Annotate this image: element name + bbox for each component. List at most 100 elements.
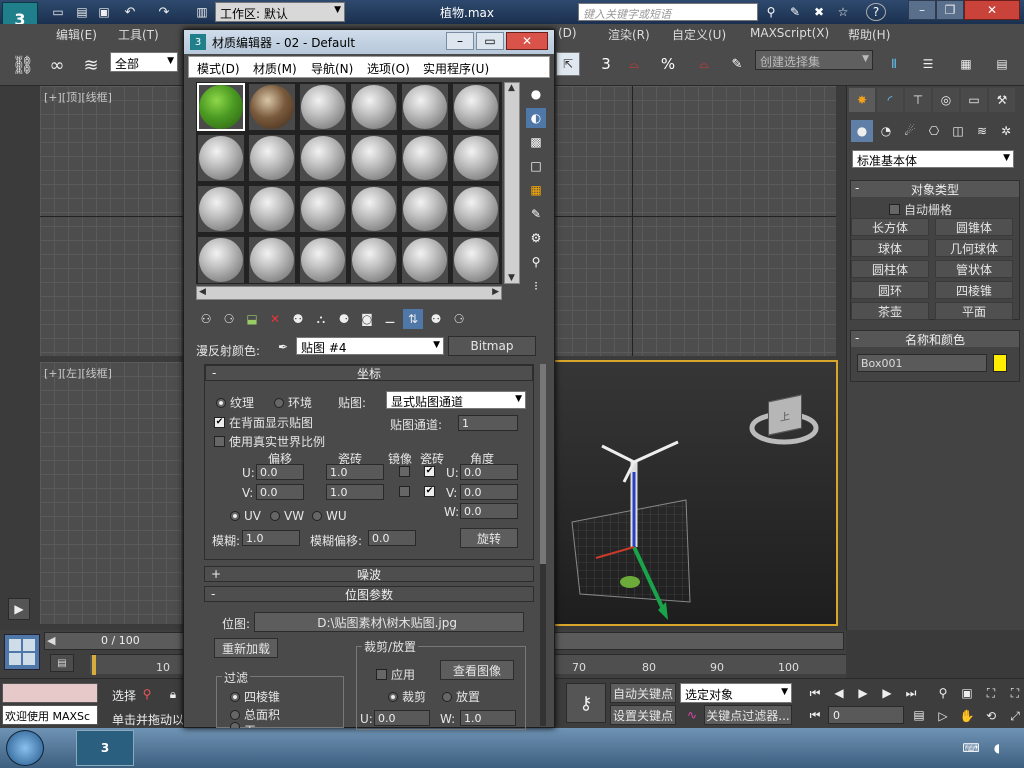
video-color-check-icon[interactable]: ▦: [526, 180, 546, 200]
u-offset-spinner[interactable]: 0.0: [256, 464, 304, 480]
name-color-title[interactable]: - 名称和颜色: [851, 331, 1019, 347]
viewport-left-label[interactable]: [+][左][线框]: [44, 365, 112, 381]
sample-slot-bark[interactable]: [248, 83, 296, 131]
u-angle-spinner[interactable]: 0.0: [460, 464, 518, 480]
u-tile-checkbox[interactable]: ✔: [424, 466, 435, 477]
category-dropdown[interactable]: 标准基本体 ▼: [852, 150, 1014, 168]
exchange-icon[interactable]: ✖: [810, 4, 828, 20]
key-filters-curve-icon[interactable]: ∿: [682, 705, 702, 725]
edit-named-selection-icon[interactable]: ✎: [724, 52, 750, 76]
favorites-icon[interactable]: ☆: [834, 4, 852, 20]
sample-slot[interactable]: [350, 83, 398, 131]
object-color-swatch[interactable]: [993, 354, 1007, 372]
spinner-snap-icon[interactable]: ⌓: [690, 52, 718, 76]
zoom-extents-all-icon[interactable]: ⛶: [1004, 683, 1024, 703]
binoculars-icon[interactable]: ⚲: [762, 4, 780, 20]
map-name-dropdown[interactable]: 贴图 #4 ▼: [296, 337, 444, 355]
get-material-icon[interactable]: ⚇: [196, 309, 216, 329]
menu-tools[interactable]: 工具(T): [118, 26, 159, 43]
lights-icon[interactable]: ☄: [899, 120, 921, 142]
sample-slot[interactable]: [299, 83, 347, 131]
sample-type-icon[interactable]: ●: [526, 84, 546, 104]
project-folder-icon[interactable]: ▥: [194, 4, 210, 20]
backlight-icon[interactable]: ◐: [526, 108, 546, 128]
material-editor-close-button[interactable]: ✕: [506, 32, 548, 50]
undo-icon[interactable]: ↶: [122, 4, 138, 20]
go-to-start-icon[interactable]: ⏮: [804, 683, 826, 703]
options-icon[interactable]: ⚙: [526, 228, 546, 248]
sample-slot[interactable]: [197, 185, 245, 233]
sample-slot-grass[interactable]: [197, 83, 245, 131]
motion-tab-icon[interactable]: ◎: [933, 88, 959, 112]
sample-slots-vscroll[interactable]: ▲ ▼: [504, 82, 520, 284]
w-angle-spinner[interactable]: 0.0: [460, 503, 518, 519]
teapot-button[interactable]: 茶壶: [851, 302, 929, 320]
vw-radio[interactable]: [270, 511, 280, 521]
object-type-title[interactable]: - 对象类型: [851, 181, 1019, 197]
previous-frame-icon[interactable]: ◀: [828, 683, 850, 703]
help-icon[interactable]: ?: [866, 3, 886, 21]
time-configuration-icon[interactable]: ▤: [910, 705, 928, 725]
angle-snap-magnet-icon[interactable]: ⌓: [620, 52, 648, 76]
viewport-perspective[interactable]: 上: [552, 360, 838, 626]
cylinder-button[interactable]: 圆柱体: [851, 260, 929, 278]
restore-button[interactable]: ❐: [936, 0, 964, 20]
sample-slot[interactable]: [197, 236, 245, 284]
wu-radio-row[interactable]: WU: [312, 509, 347, 523]
put-to-library-icon[interactable]: ⛬: [311, 309, 331, 329]
link-icon[interactable]: ⛓: [10, 52, 36, 78]
view-image-button[interactable]: 查看图像: [440, 660, 514, 680]
start-button[interactable]: [6, 730, 44, 766]
sample-slot[interactable]: [299, 185, 347, 233]
field-of-view-icon[interactable]: ▷: [932, 706, 954, 726]
u-tiling-spinner[interactable]: 1.0: [326, 464, 384, 480]
current-frame-spinner[interactable]: 0: [828, 706, 904, 724]
open-file-icon[interactable]: ▤: [74, 4, 90, 20]
me-menu-options[interactable]: 选项(O): [367, 60, 410, 77]
me-menu-material[interactable]: 材质(M): [253, 60, 297, 77]
taskbar-3dsmax-icon[interactable]: 3: [76, 730, 134, 766]
coordinates-rollout-title[interactable]: - 坐标: [205, 365, 533, 381]
place-radio[interactable]: [442, 691, 452, 702]
volume-icon[interactable]: ◖: [988, 740, 1006, 756]
crop-u-spinner[interactable]: 0.0: [374, 710, 430, 726]
utilities-tab-icon[interactable]: ⚒: [989, 88, 1015, 112]
bitmap-params-rollout-title[interactable]: - 位图参数: [204, 586, 534, 602]
isolate-selection-icon[interactable]: ⚲: [138, 685, 156, 703]
menu-maxscript[interactable]: MAXScript(X): [750, 26, 829, 40]
uv-radio-row[interactable]: UV: [230, 509, 261, 523]
viewport-top-label[interactable]: [+][顶][线框]: [44, 89, 112, 105]
menu-help[interactable]: 帮助(H): [848, 26, 890, 43]
viewport-play-arrow-icon[interactable]: ▶: [8, 598, 30, 620]
environ-radio[interactable]: [274, 397, 284, 408]
crop-radio-row[interactable]: 裁剪: [388, 688, 426, 705]
save-icon[interactable]: ▣: [96, 4, 112, 20]
auto-key-button[interactable]: 自动关键点: [610, 683, 676, 703]
environ-radio-row[interactable]: 环境: [274, 394, 312, 411]
put-to-scene-icon[interactable]: ⚆: [219, 309, 239, 329]
time-marker[interactable]: [92, 655, 96, 675]
set-key-button[interactable]: 设置关键点: [610, 705, 676, 725]
real-world-scale-checkbox[interactable]: [214, 436, 225, 447]
pyramidal-radio[interactable]: [230, 691, 240, 702]
noise-rollout-title[interactable]: + 噪波: [204, 566, 534, 582]
u-mirror-checkbox[interactable]: [399, 466, 410, 477]
filter-none-radio[interactable]: [230, 722, 240, 728]
maxscript-mini-listener[interactable]: 欢迎使用 MAXSc: [2, 705, 98, 725]
reset-map-icon[interactable]: ✕: [265, 309, 285, 329]
sample-slot[interactable]: [401, 134, 449, 182]
sample-slot[interactable]: [248, 236, 296, 284]
autogrid-checkbox[interactable]: [889, 204, 900, 215]
sample-slot[interactable]: [452, 236, 500, 284]
me-menu-mode[interactable]: 模式(D): [197, 60, 240, 77]
real-world-scale-row[interactable]: 使用真实世界比例: [214, 433, 325, 450]
plane-button[interactable]: 平面: [935, 302, 1013, 320]
bitmap-path-button[interactable]: D:\贴图素材\树木贴图.jpg: [254, 612, 524, 632]
menu-edit[interactable]: 编辑(E): [56, 26, 97, 43]
viewcube[interactable]: 上: [768, 394, 802, 436]
geosphere-button[interactable]: 几何球体: [935, 239, 1013, 257]
next-frame-icon[interactable]: ▶: [876, 683, 898, 703]
viewport-layout-icon[interactable]: [4, 634, 40, 670]
v-tile-checkbox[interactable]: ✔: [424, 486, 435, 497]
show-map-on-back-checkbox[interactable]: ✔: [214, 417, 225, 428]
